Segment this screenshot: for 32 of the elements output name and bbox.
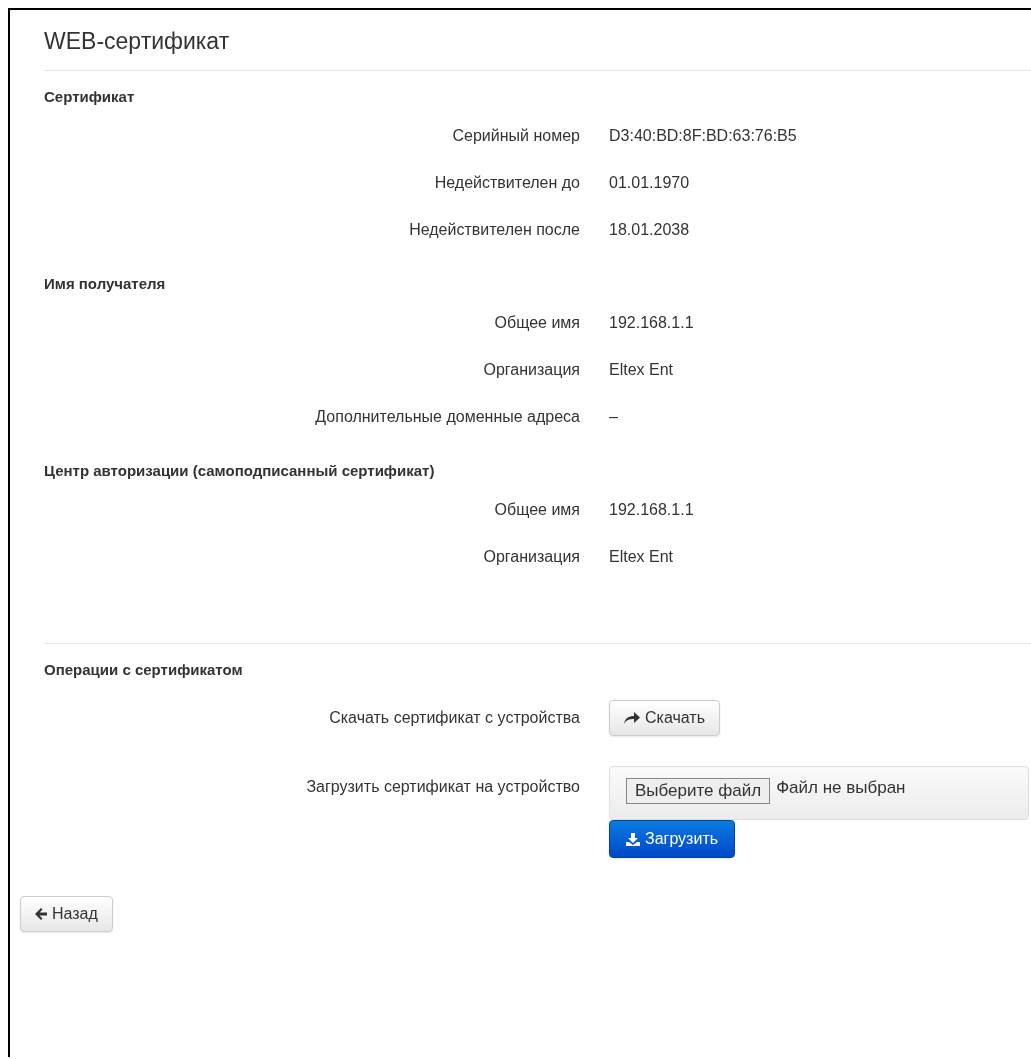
upload-button[interactable]: Загрузить [609, 820, 736, 858]
field-value: Eltex Ent [609, 360, 674, 379]
field-label: Серийный номер [451, 126, 581, 145]
download-button[interactable]: Скачать [609, 700, 720, 736]
field-label: Организация [482, 547, 581, 566]
section-heading: Имя получателя [44, 274, 167, 294]
field-value: 192.168.1.1 [609, 500, 694, 519]
field-label: Общее имя [493, 500, 581, 519]
field-label: Общее имя [493, 313, 581, 332]
field-value: D3:40:BD:8F:BD:63:76:B5 [609, 126, 797, 145]
file-input[interactable]: Выберите файл Файл не выбран [609, 766, 1029, 820]
section-heading: Сертификат [44, 87, 136, 107]
field-value: 01.01.1970 [609, 173, 690, 192]
section-heading: Центр авторизации (самоподписанный сертификат) [44, 461, 436, 481]
field-value: 192.168.1.1 [609, 313, 694, 332]
left-arrow-icon [35, 908, 47, 920]
field-label: Организация [482, 360, 581, 379]
download-icon [626, 832, 640, 846]
field-label: Дополнительные доменные адреса [314, 407, 581, 426]
choose-file-button[interactable]: Выберите файл [626, 778, 771, 804]
page-title: WEB-сертификат [44, 27, 231, 56]
field-value: 18.01.2038 [609, 220, 690, 239]
section-heading: Операции с сертификатом [44, 660, 244, 680]
field-label: Загрузить сертификат на устройство [305, 777, 581, 796]
field-label: Недействителен до [433, 173, 581, 192]
file-status: Файл не выбран [776, 778, 906, 798]
field-value: – [609, 407, 618, 426]
field-label: Скачать сертификат с устройства [328, 709, 581, 727]
share-arrow-icon [624, 712, 640, 724]
back-button[interactable]: Назад [20, 896, 113, 932]
field-label: Недействителен после [408, 220, 581, 239]
field-value: Eltex Ent [609, 547, 674, 566]
